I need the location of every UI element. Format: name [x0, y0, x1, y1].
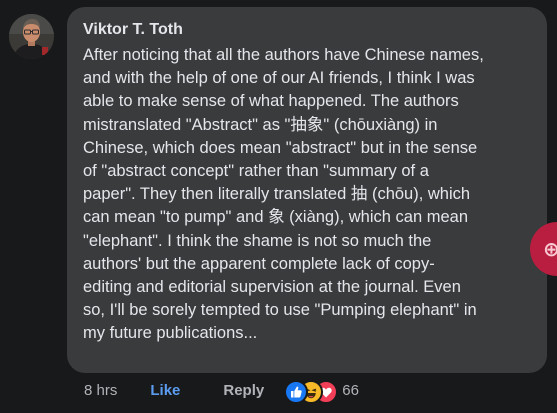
- reaction-count[interactable]: 66: [342, 382, 359, 399]
- like-button[interactable]: Like: [150, 382, 180, 399]
- comment-actions: 8 hrs Like Reply 66: [84, 378, 359, 404]
- like-reaction-icon: [284, 380, 309, 404]
- add-reaction-icon: ⊕: [543, 237, 557, 261]
- comment-thread: Viktor T. Toth After noticing that all t…: [0, 0, 557, 413]
- comment-text: After noticing that all the authors have…: [83, 46, 484, 343]
- reply-button[interactable]: Reply: [223, 382, 264, 399]
- reaction-summary[interactable]: [284, 379, 342, 404]
- author-name[interactable]: Viktor T. Toth: [83, 20, 535, 40]
- author-avatar[interactable]: [9, 14, 54, 59]
- comment-bubble: Viktor T. Toth After noticing that all t…: [67, 7, 547, 373]
- user-avatar-icon: [9, 14, 54, 59]
- comment-timestamp[interactable]: 8 hrs: [84, 382, 117, 399]
